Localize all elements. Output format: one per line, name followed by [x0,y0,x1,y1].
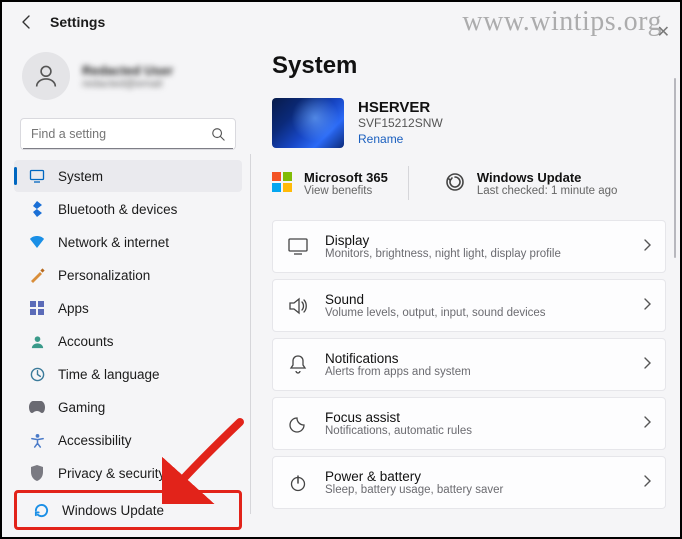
card-sub: Sleep, battery usage, battery saver [325,484,503,496]
card-sound[interactable]: SoundVolume levels, output, input, sound… [272,279,666,332]
cards-list: DisplayMonitors, brightness, night light… [272,220,666,509]
chevron-right-icon [643,356,651,374]
sidebar-item-label: Personalization [58,268,150,283]
sidebar-item-bluetooth[interactable]: Bluetooth & devices [14,193,242,225]
card-title: Notifications [325,351,471,366]
windows-update-tile-icon [445,172,467,194]
card-power-battery[interactable]: Power & batterySleep, battery usage, bat… [272,456,666,509]
device-name: HSERVER [358,99,443,116]
search-icon [201,127,235,141]
windows-update-icon [32,501,50,519]
device-thumbnail [272,98,344,148]
sidebar-item-label: Time & language [58,367,160,382]
card-title: Power & battery [325,469,503,484]
main-content: System HSERVER SVF15212SNW Rename Micros… [250,34,680,534]
profile-block[interactable]: Redacted User redacted@email [14,42,242,114]
card-focus-assist[interactable]: Focus assistNotifications, automatic rul… [272,397,666,450]
highlight-windows-update: Windows Update [14,490,242,530]
back-button[interactable] [18,14,36,30]
card-title: Focus assist [325,410,472,425]
sidebar-item-label: Bluetooth & devices [58,202,177,217]
card-notifications[interactable]: NotificationsAlerts from apps and system [272,338,666,391]
close-icon[interactable]: ✕ [657,22,670,42]
card-sub: Monitors, brightness, night light, displ… [325,248,561,260]
time-icon [28,365,46,383]
microsoft365-icon [272,172,294,194]
tile-label: Microsoft 365 [304,170,388,185]
sidebar-item-network[interactable]: Network & internet [14,226,242,258]
main-title: System [272,52,666,80]
sidebar-item-privacy[interactable]: Privacy & security [14,457,242,489]
sidebar-item-label: Accounts [58,334,114,349]
avatar [22,52,70,100]
sidebar-item-personalization[interactable]: Personalization [14,259,242,291]
sidebar-item-accounts[interactable]: Accounts [14,325,242,357]
card-display[interactable]: DisplayMonitors, brightness, night light… [272,220,666,273]
nav-list: System Bluetooth & devices Network & int… [14,160,242,530]
tile-sub: Last checked: 1 minute ago [477,185,618,197]
sidebar-item-apps[interactable]: Apps [14,292,242,324]
personalization-icon [28,266,46,284]
card-title: Display [325,233,561,248]
focus-assist-icon [287,415,309,433]
sound-icon [287,297,309,315]
sidebar-item-label: Privacy & security [58,466,165,481]
search-input[interactable] [21,127,201,141]
sidebar-item-label: Apps [58,301,89,316]
display-icon [287,238,309,256]
sidebar-item-label: System [58,169,103,184]
device-row: HSERVER SVF15212SNW Rename [272,98,666,148]
scrollbar[interactable] [672,40,676,528]
page-title: Settings [50,14,105,30]
gaming-icon [28,398,46,416]
network-icon [28,233,46,251]
tile-microsoft365[interactable]: Microsoft 365 View benefits [272,166,409,200]
sidebar-item-label: Accessibility [58,433,132,448]
sidebar-item-gaming[interactable]: Gaming [14,391,242,423]
apps-icon [28,299,46,317]
rename-link[interactable]: Rename [358,132,403,146]
tile-sub: View benefits [304,185,388,197]
card-sub: Alerts from apps and system [325,366,471,378]
profile-name: Redacted User [82,63,173,78]
power-icon [287,474,309,492]
sidebar-item-label: Windows Update [62,503,164,518]
card-title: Sound [325,292,546,307]
card-sub: Notifications, automatic rules [325,425,472,437]
tile-windows-update[interactable]: Windows Update Last checked: 1 minute ag… [445,166,618,200]
bluetooth-icon [28,200,46,218]
sidebar-item-time[interactable]: Time & language [14,358,242,390]
sidebar-item-system[interactable]: System [14,160,242,192]
tile-label: Windows Update [477,170,618,185]
privacy-icon [28,464,46,482]
system-icon [28,167,46,185]
chevron-right-icon [643,474,651,492]
sidebar-item-windows-update[interactable]: Windows Update [18,494,238,526]
notifications-icon [287,355,309,375]
profile-email: redacted@email [82,78,173,90]
device-model: SVF15212SNW [358,116,443,130]
chevron-right-icon [643,238,651,256]
accessibility-icon [28,431,46,449]
card-sub: Volume levels, output, input, sound devi… [325,307,546,319]
search-box[interactable] [20,118,236,150]
sidebar-item-label: Gaming [58,400,105,415]
chevron-right-icon [643,415,651,433]
sidebar-item-accessibility[interactable]: Accessibility [14,424,242,456]
sidebar: Redacted User redacted@email System Blue… [2,34,250,538]
chevron-right-icon [643,297,651,315]
sidebar-item-label: Network & internet [58,235,169,250]
accounts-icon [28,332,46,350]
